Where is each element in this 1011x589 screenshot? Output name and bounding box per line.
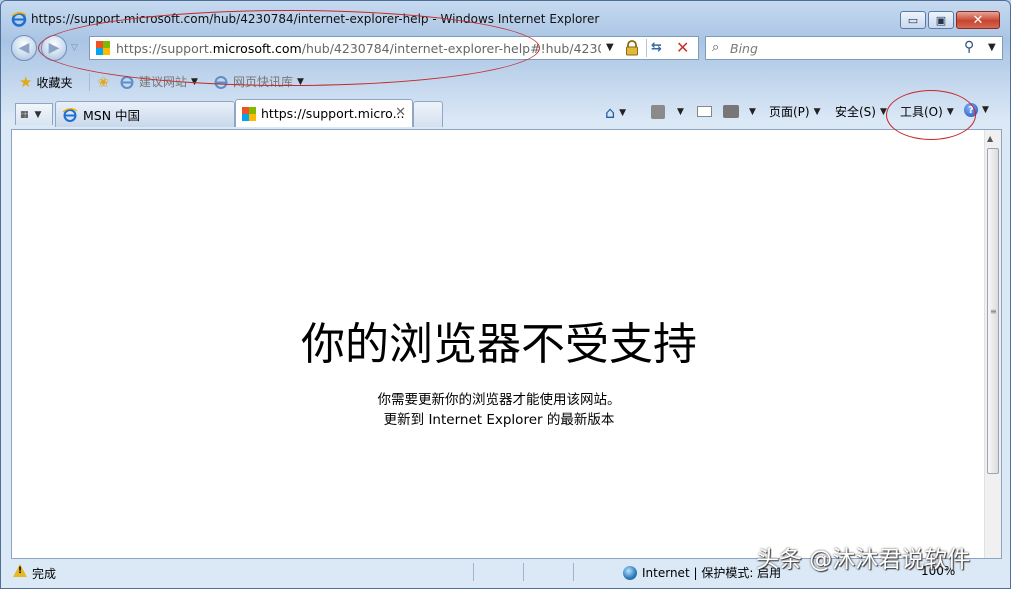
quick-tabs-icon: ▦ [20,109,29,120]
lock-icon[interactable] [625,40,639,56]
scrollbar-thumb[interactable]: ≡ [987,148,999,474]
safety-menu-label: 安全(S) [835,105,876,119]
favorites-separator [89,73,90,91]
window-controls: ▭ ▣ ✕ [900,11,1000,29]
minimize-icon: ▭ [907,13,919,27]
printer-icon [723,105,739,118]
maximize-icon: ▣ [935,13,947,27]
chevron-down-icon[interactable]: ▼ [677,107,684,117]
vertical-scrollbar[interactable]: ▲ ≡ [984,130,1001,558]
favorites-label: 收藏夹 [36,75,73,90]
favorites-button[interactable]: ★ 收藏夹 [19,73,72,91]
search-provider-icon: ⌕ [712,40,720,55]
maximize-button[interactable]: ▣ [928,11,954,29]
ie-window: https://support.microsoft.com/hub/423078… [0,0,1011,589]
address-separator [646,39,647,57]
tab-support-microsoft[interactable]: https://support.micro... ✕ [235,99,413,127]
chevron-down-icon[interactable]: ▼ [619,108,626,118]
status-text: 完成 [32,567,57,581]
page-content: 你的浏览器不受支持 你需要更新你的浏览器才能使用该网站。 更新到 Interne… [11,129,1002,559]
safety-menu[interactable]: 安全(S) ▼ [835,103,887,120]
feeds-button[interactable]: ▼ [651,105,684,119]
home-button[interactable]: ⌂ ▼ [605,103,626,122]
tab-label: MSN 中国 [83,108,141,123]
watermark: 头条 @沐沐君说软件 [756,547,971,573]
unsupported-message: 你需要更新你的浏览器才能使用该网站。 [377,392,621,408]
chevron-down-icon: ▼ [982,105,989,115]
stop-icon[interactable]: ✕ [676,38,689,57]
ie-logo-icon [11,12,27,27]
mail-icon [697,106,712,117]
back-button[interactable]: ◀ [11,35,37,61]
page-heading: 你的浏览器不受支持 [301,319,697,370]
back-icon: ◀ [18,40,30,56]
tab-label: https://support.micro... [261,106,405,121]
address-dropdown-icon[interactable]: ▼ [606,42,614,53]
add-to-favorites-bar-button[interactable]: ✬ [97,73,110,91]
close-tab-icon[interactable]: ✕ [395,105,406,120]
star-icon: ★ [19,73,33,91]
close-icon: ✕ [972,12,984,28]
page-menu[interactable]: 页面(P) ▼ [769,103,821,120]
tab-bar: ▦ ▼ MSN 中国 https://support.micro... ✕ ⌂ … [1,97,1010,129]
print-button[interactable]: ▼ [723,105,756,118]
annotation-ellipse-tools [886,90,976,140]
search-options-dropdown-icon[interactable]: ▼ [988,42,996,53]
new-tab-button[interactable] [413,101,443,127]
page-menu-label: 页面(P) [769,105,810,119]
minimize-button[interactable]: ▭ [900,11,926,29]
refresh-icon[interactable]: ⇆ [651,40,662,55]
microsoft-logo-icon [242,106,256,121]
status-divider [573,563,574,581]
warning-mark: ! [18,566,23,576]
chevron-down-icon: ▼ [813,106,821,117]
close-button[interactable]: ✕ [956,11,1000,29]
home-icon: ⌂ [605,103,616,122]
tab-msn[interactable]: MSN 中国 [55,101,235,127]
search-box[interactable]: ⌕ Bing ⚲ ▼ [705,36,1003,60]
chevron-down-icon[interactable]: ▼ [749,107,756,117]
ie-tab-icon [62,107,78,122]
read-mail-button[interactable] [697,106,712,117]
scrollbar-grip-icon: ≡ [990,307,997,316]
status-divider [523,563,524,581]
update-link[interactable]: 更新到 Internet Explorer 的最新版本 [12,408,986,428]
scroll-up-icon[interactable]: ▲ [987,134,993,143]
add-favorite-star-icon: ✬ [97,73,110,91]
rss-feed-icon [651,105,665,119]
annotation-ellipse-address [38,10,540,86]
quick-tabs-button[interactable]: ▦ ▼ [15,103,53,125]
search-icon[interactable]: ⚲ [964,39,974,55]
search-placeholder: Bing [730,41,758,56]
status-divider [473,563,474,581]
tab-list-dropdown-icon[interactable]: ▼ [35,110,42,120]
globe-icon [623,565,637,580]
